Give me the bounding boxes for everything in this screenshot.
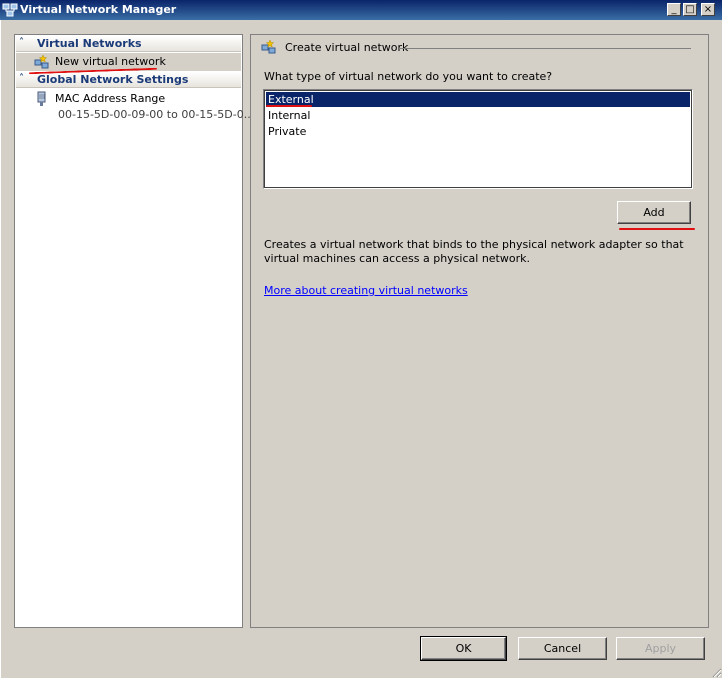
- list-item-private[interactable]: Private: [266, 124, 690, 139]
- list-item-external[interactable]: External: [266, 92, 690, 107]
- question-label: What type of virtual network do you want…: [264, 70, 553, 83]
- window-title: Virtual Network Manager: [20, 3, 177, 16]
- new-network-icon: [261, 39, 276, 54]
- content-pane: Create virtual network What type of virt…: [250, 34, 709, 628]
- section-virtual-networks[interactable]: ˄ Virtual Networks: [16, 36, 241, 52]
- ok-button[interactable]: OK: [420, 636, 507, 661]
- new-network-icon: [34, 54, 49, 69]
- help-link[interactable]: More about creating virtual networks: [264, 284, 468, 297]
- group-divider: [399, 48, 691, 49]
- section-global-network-settings[interactable]: ˄ Global Network Settings: [16, 72, 241, 88]
- network-type-list[interactable]: External Internal Private: [263, 89, 693, 189]
- collapse-icon[interactable]: ˄: [19, 37, 31, 49]
- annotation-underline: [266, 105, 312, 107]
- cancel-button[interactable]: Cancel: [518, 637, 607, 660]
- list-item-internal[interactable]: Internal: [266, 108, 690, 123]
- sidebar-item-mac-address-range[interactable]: MAC Address Range: [16, 90, 241, 108]
- resize-grip-icon[interactable]: [710, 666, 722, 678]
- section-label: Virtual Networks: [37, 37, 142, 50]
- title-bar: Virtual Network Manager _ □ ×: [0, 0, 722, 20]
- navigation-pane: ˄ Virtual Networks New virtual network ˄…: [14, 34, 254, 628]
- group-title: Create virtual network: [285, 41, 409, 54]
- minimize-button[interactable]: _: [667, 3, 681, 16]
- sidebar-item-label: New virtual network: [55, 55, 166, 68]
- collapse-icon[interactable]: ˄: [19, 73, 31, 85]
- mac-range-value: 00-15-5D-00-09-00 to 00-15-5D-0...: [58, 108, 255, 121]
- section-label: Global Network Settings: [37, 73, 189, 86]
- app-icon: [2, 3, 18, 17]
- maximize-button[interactable]: □: [683, 3, 697, 16]
- apply-button[interactable]: Apply: [616, 637, 705, 660]
- close-button[interactable]: ×: [701, 3, 715, 16]
- network-type-description: Creates a virtual network that binds to …: [264, 238, 684, 265]
- annotation-underline: [619, 228, 695, 230]
- nic-icon: [37, 91, 46, 106]
- add-button[interactable]: Add: [617, 201, 691, 224]
- sidebar-item-label: MAC Address Range: [55, 92, 166, 105]
